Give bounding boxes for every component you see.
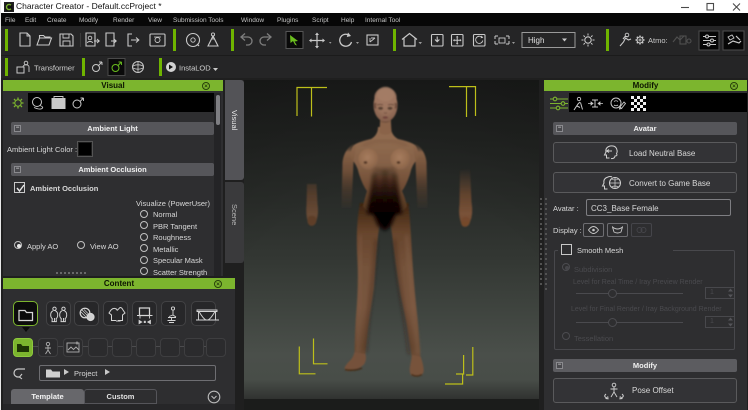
svg-text:High: High	[528, 36, 544, 45]
svg-text:InstaLOD: InstaLOD	[179, 64, 211, 73]
svg-text:Transformer: Transformer	[34, 64, 75, 73]
svg-text:Atmo:: Atmo:	[648, 36, 668, 45]
